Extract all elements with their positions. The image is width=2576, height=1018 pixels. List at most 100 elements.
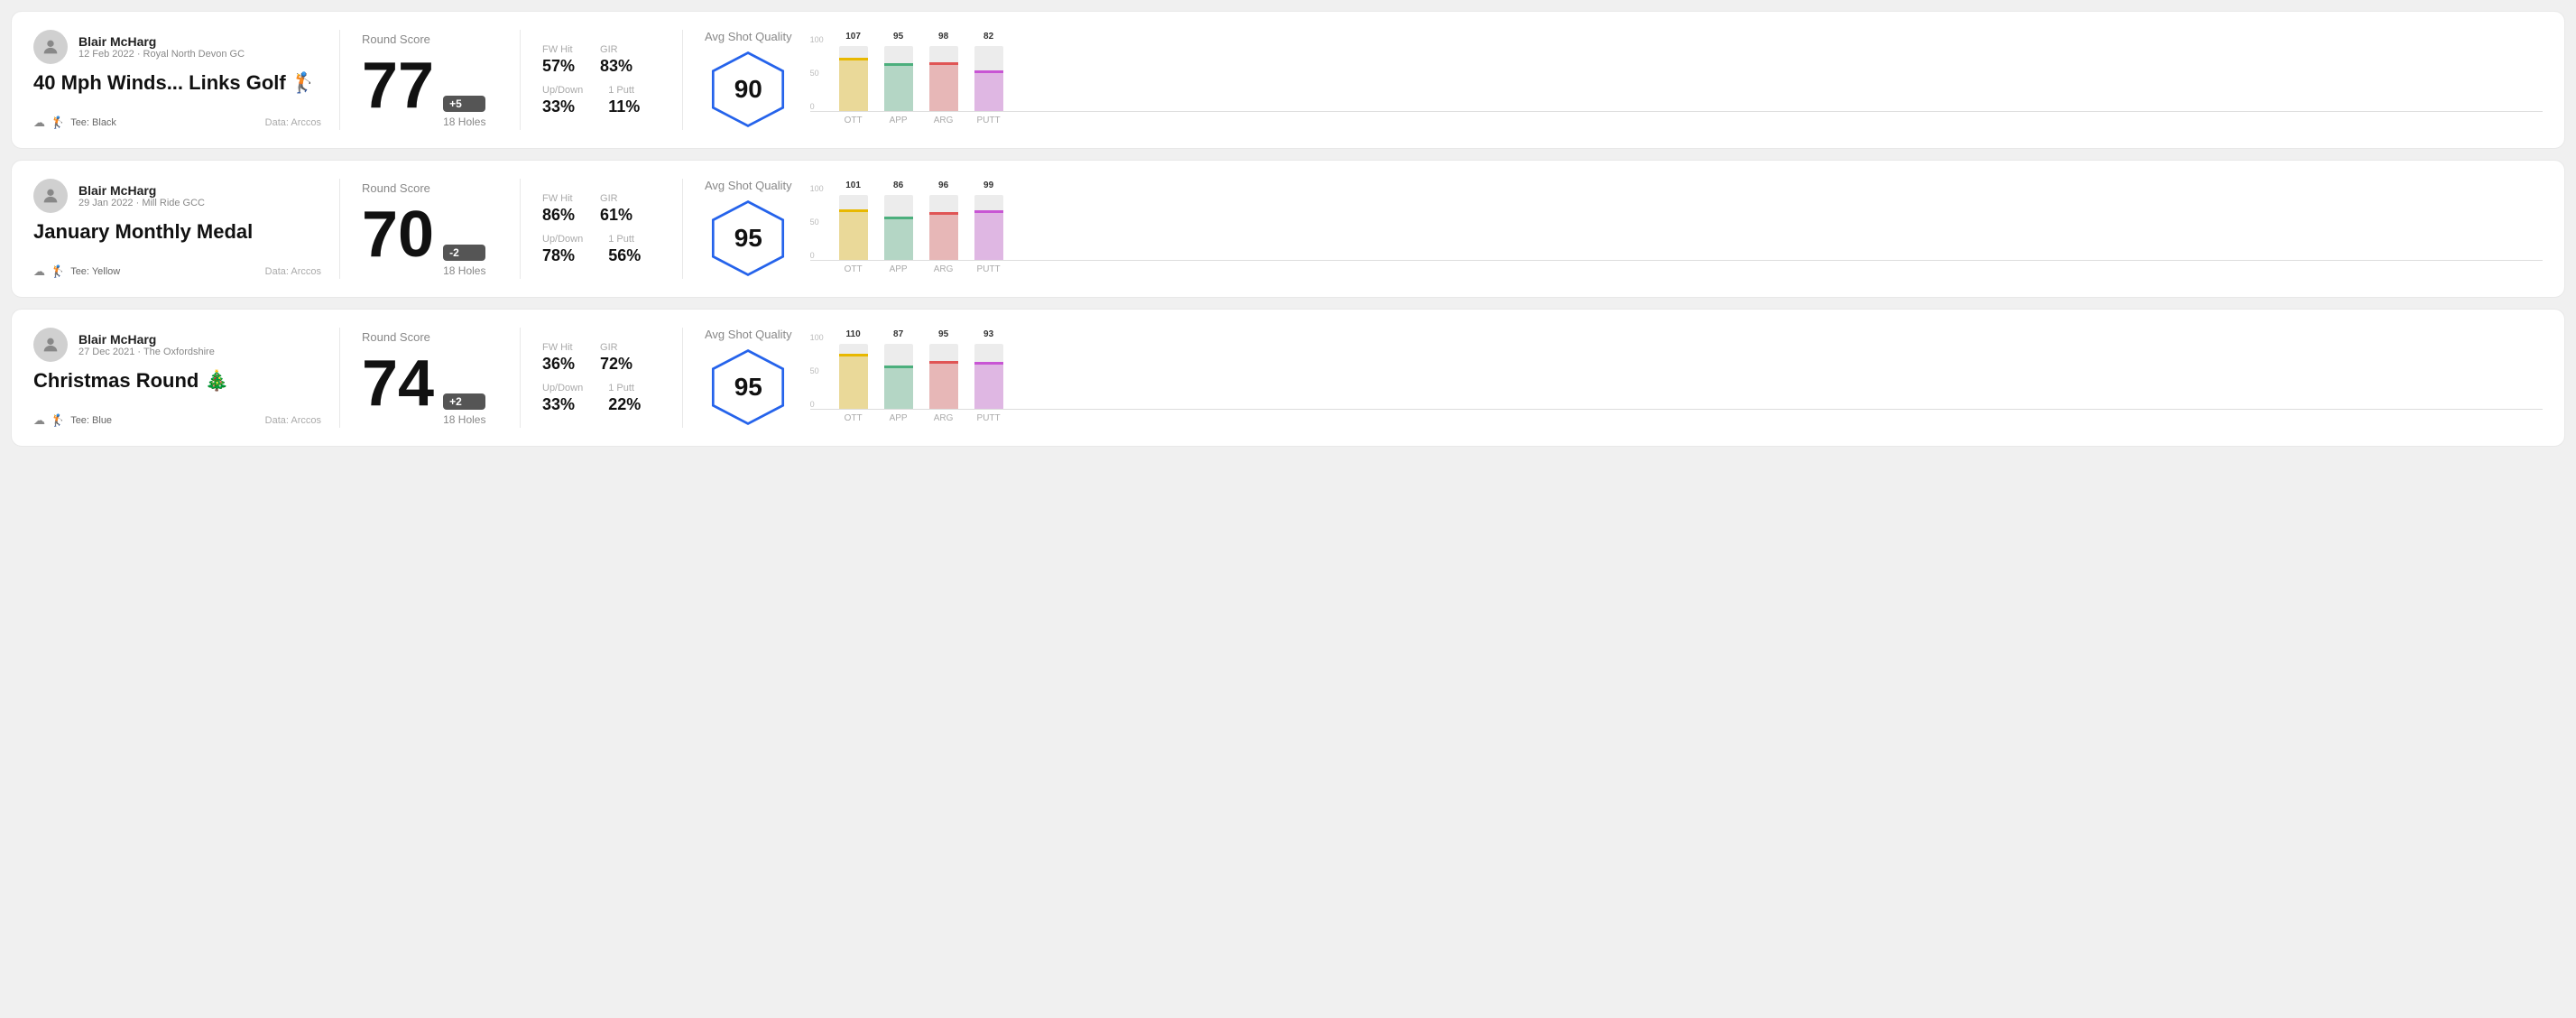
score-big-2: 74 bbox=[362, 351, 434, 416]
oneputt-value-2: 22% bbox=[608, 395, 641, 414]
card-score-0: Round Score 77 +5 18 Holes bbox=[340, 30, 521, 130]
quality-label-1: Avg Shot Quality bbox=[705, 179, 792, 192]
oneputt-0: 1 Putt 11% bbox=[608, 85, 640, 116]
oneputt-label-0: 1 Putt bbox=[608, 85, 640, 96]
stats-row-bot-2: Up/Down 33% 1 Putt 22% bbox=[542, 383, 660, 414]
card-footer-2: ☁ 🏌 Tee: Blue Data: Arccos bbox=[33, 413, 321, 428]
gir-value-0: 83% bbox=[600, 57, 632, 76]
fw-hit-label-2: FW Hit bbox=[542, 342, 575, 353]
holes-text-1: 18 Holes bbox=[443, 264, 485, 277]
card-stats-0: FW Hit 57% GIR 83% Up/Down 33% 1 Putt 11… bbox=[521, 30, 683, 130]
score-big-1: 70 bbox=[362, 202, 434, 267]
user-name-2: Blair McHarg bbox=[78, 332, 215, 347]
updown-2: Up/Down 33% bbox=[542, 383, 583, 414]
tee-info-2: ☁ 🏌 Tee: Blue bbox=[33, 413, 112, 428]
card-left-1: Blair McHarg 29 Jan 2022 · Mill Ride GCC… bbox=[33, 179, 340, 279]
hex-score-0: 90 bbox=[734, 75, 762, 104]
gir-value-2: 72% bbox=[600, 355, 632, 374]
round-score-label-0: Round Score bbox=[362, 32, 498, 46]
fw-hit-label-1: FW Hit bbox=[542, 193, 575, 204]
hex-score-2: 95 bbox=[734, 373, 762, 402]
card-stats-2: FW Hit 36% GIR 72% Up/Down 33% 1 Putt 22… bbox=[521, 328, 683, 428]
fw-hit-label-0: FW Hit bbox=[542, 44, 575, 55]
weather-icon-1: ☁ bbox=[33, 264, 45, 279]
avatar-1 bbox=[33, 179, 68, 213]
gir-0: GIR 83% bbox=[600, 44, 632, 76]
card-footer-0: ☁ 🏌 Tee: Black Data: Arccos bbox=[33, 116, 321, 130]
gir-value-1: 61% bbox=[600, 206, 632, 225]
score-big-0: 77 bbox=[362, 53, 434, 118]
updown-label-2: Up/Down bbox=[542, 383, 583, 393]
quality-hex-wrap-1: Avg Shot Quality 95 bbox=[705, 179, 792, 279]
card-quality-2: Avg Shot Quality 95 100 50 0 110 bbox=[683, 328, 2543, 428]
oneputt-label-2: 1 Putt bbox=[608, 383, 641, 393]
hexagon-1: 95 bbox=[707, 198, 789, 279]
fw-hit-value-0: 57% bbox=[542, 57, 575, 76]
user-row-0: Blair McHarg 12 Feb 2022 · Royal North D… bbox=[33, 30, 321, 64]
updown-value-2: 33% bbox=[542, 395, 583, 414]
avatar-2 bbox=[33, 328, 68, 362]
score-badge-wrap-0: +5 18 Holes bbox=[443, 96, 485, 128]
stats-row-bot-1: Up/Down 78% 1 Putt 56% bbox=[542, 234, 660, 265]
user-row-1: Blair McHarg 29 Jan 2022 · Mill Ride GCC bbox=[33, 179, 321, 213]
user-name-1: Blair McHarg bbox=[78, 183, 205, 198]
score-row-0: 77 +5 18 Holes bbox=[362, 53, 498, 128]
user-name-0: Blair McHarg bbox=[78, 34, 245, 49]
score-badge-wrap-1: -2 18 Holes bbox=[443, 245, 485, 277]
oneputt-1: 1 Putt 56% bbox=[608, 234, 641, 265]
holes-text-0: 18 Holes bbox=[443, 116, 485, 128]
oneputt-label-1: 1 Putt bbox=[608, 234, 641, 245]
score-row-2: 74 +2 18 Holes bbox=[362, 351, 498, 426]
round-title-2: Christmas Round 🎄 bbox=[33, 369, 321, 393]
score-badge-2: +2 bbox=[443, 393, 485, 410]
card-quality-1: Avg Shot Quality 95 100 50 0 101 bbox=[683, 179, 2543, 279]
round-card-2: Blair McHarg 27 Dec 2021 · The Oxfordshi… bbox=[11, 309, 2565, 447]
tee-info-1: ☁ 🏌 Tee: Yellow bbox=[33, 264, 120, 279]
user-row-2: Blair McHarg 27 Dec 2021 · The Oxfordshi… bbox=[33, 328, 321, 362]
updown-value-0: 33% bbox=[542, 97, 583, 116]
data-source-1: Data: Arccos bbox=[265, 266, 321, 277]
data-source-2: Data: Arccos bbox=[265, 415, 321, 426]
round-card-1: Blair McHarg 29 Jan 2022 · Mill Ride GCC… bbox=[11, 160, 2565, 298]
card-stats-1: FW Hit 86% GIR 61% Up/Down 78% 1 Putt 56… bbox=[521, 179, 683, 279]
user-info-1: Blair McHarg 29 Jan 2022 · Mill Ride GCC bbox=[78, 183, 205, 208]
hexagon-0: 90 bbox=[707, 49, 789, 130]
stats-row-top-2: FW Hit 36% GIR 72% bbox=[542, 342, 660, 374]
gir-1: GIR 61% bbox=[600, 193, 632, 225]
gir-label-2: GIR bbox=[600, 342, 632, 353]
card-score-1: Round Score 70 -2 18 Holes bbox=[340, 179, 521, 279]
fw-hit-0: FW Hit 57% bbox=[542, 44, 575, 76]
stats-row-top-1: FW Hit 86% GIR 61% bbox=[542, 193, 660, 225]
updown-label-0: Up/Down bbox=[542, 85, 583, 96]
quality-label-0: Avg Shot Quality bbox=[705, 30, 792, 43]
user-info-0: Blair McHarg 12 Feb 2022 · Royal North D… bbox=[78, 34, 245, 60]
card-left-2: Blair McHarg 27 Dec 2021 · The Oxfordshi… bbox=[33, 328, 340, 428]
user-info-2: Blair McHarg 27 Dec 2021 · The Oxfordshi… bbox=[78, 332, 215, 357]
bag-icon-0: 🏌 bbox=[51, 116, 65, 130]
holes-text-2: 18 Holes bbox=[443, 413, 485, 426]
fw-hit-1: FW Hit 86% bbox=[542, 193, 575, 225]
quality-hex-wrap-0: Avg Shot Quality 90 bbox=[705, 30, 792, 130]
quality-hex-wrap-2: Avg Shot Quality 95 bbox=[705, 328, 792, 428]
avatar-0 bbox=[33, 30, 68, 64]
stats-row-top-0: FW Hit 57% GIR 83% bbox=[542, 44, 660, 76]
round-score-label-2: Round Score bbox=[362, 330, 498, 344]
card-footer-1: ☁ 🏌 Tee: Yellow Data: Arccos bbox=[33, 264, 321, 279]
card-quality-0: Avg Shot Quality 90 100 50 0 107 bbox=[683, 30, 2543, 130]
score-badge-0: +5 bbox=[443, 96, 485, 112]
user-meta-1: 29 Jan 2022 · Mill Ride GCC bbox=[78, 198, 205, 208]
hex-score-1: 95 bbox=[734, 224, 762, 253]
card-score-2: Round Score 74 +2 18 Holes bbox=[340, 328, 521, 428]
updown-0: Up/Down 33% bbox=[542, 85, 583, 116]
weather-icon-2: ☁ bbox=[33, 413, 45, 428]
tee-label-2: Tee: Blue bbox=[70, 415, 112, 426]
tee-info-0: ☁ 🏌 Tee: Black bbox=[33, 116, 116, 130]
round-score-label-1: Round Score bbox=[362, 181, 498, 195]
round-title-0: 40 Mph Winds... Links Golf 🏌️ bbox=[33, 71, 321, 95]
bag-icon-2: 🏌 bbox=[51, 413, 65, 428]
gir-2: GIR 72% bbox=[600, 342, 632, 374]
card-left-0: Blair McHarg 12 Feb 2022 · Royal North D… bbox=[33, 30, 340, 130]
tee-label-1: Tee: Yellow bbox=[70, 266, 120, 277]
user-meta-2: 27 Dec 2021 · The Oxfordshire bbox=[78, 347, 215, 357]
fw-hit-2: FW Hit 36% bbox=[542, 342, 575, 374]
